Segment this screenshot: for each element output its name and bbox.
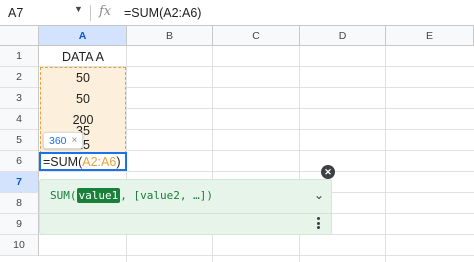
active-argument: value1 [76, 188, 121, 203]
formula-bar: A7 ▼ fx =SUM(A2:A6) [0, 0, 474, 26]
row-header-4[interactable]: 4 [0, 109, 39, 130]
formula-bar-divider [90, 5, 91, 21]
editor-formula-suffix: ) [116, 154, 121, 169]
row-header-1[interactable]: 1 [0, 46, 39, 67]
column-header-e[interactable]: E [386, 26, 474, 45]
column-header-c[interactable]: C [213, 26, 300, 45]
select-all-corner[interactable] [0, 26, 39, 45]
column-header-d[interactable]: D [300, 26, 386, 45]
preview-value: 360 [49, 134, 67, 147]
function-help-panel: SUM(value1, [value2, …]) ⌄ [39, 179, 333, 235]
editor-formula-prefix: =SUM( [43, 154, 83, 169]
function-name: SUM( [50, 189, 77, 202]
grid-line [39, 171, 474, 172]
remaining-arguments: , [value2, …]) [120, 189, 213, 202]
column-header-a[interactable]: A [39, 26, 127, 45]
name-box-dropdown-icon[interactable]: ▼ [74, 4, 83, 14]
row-header-3[interactable]: 3 [0, 88, 39, 109]
help-divider [40, 213, 333, 214]
formula-input[interactable]: =SUM(A2:A6) [124, 0, 201, 25]
row-header-6[interactable]: 6 [0, 151, 39, 172]
function-signature: SUM(value1, [value2, …]) [50, 188, 213, 203]
row-header-5[interactable]: 5 [0, 130, 39, 151]
column-header-b[interactable]: B [127, 26, 213, 45]
editor-range-reference: A2:A6 [82, 154, 117, 169]
grid-line [39, 255, 474, 256]
grid-line [385, 46, 386, 262]
row-header-9[interactable]: 9 [0, 214, 39, 235]
row-header-2[interactable]: 2 [0, 67, 39, 88]
more-options-icon[interactable] [314, 216, 322, 230]
row-header-7[interactable]: 7 [0, 172, 39, 193]
column-header-row: A B C D E [0, 26, 474, 46]
formula-result-preview[interactable]: 360 × [43, 132, 84, 149]
preview-close-icon[interactable]: × [72, 135, 78, 146]
name-box-value: A7 [8, 5, 24, 20]
close-help-icon[interactable]: ✕ [321, 165, 335, 179]
cell-editor-a7[interactable]: =SUM(A2:A6) [39, 152, 127, 171]
row-header-8[interactable]: 8 [0, 193, 39, 214]
row-header-10[interactable]: 10 [0, 235, 39, 256]
cell-a1[interactable]: DATA A [40, 46, 126, 67]
chevron-down-icon[interactable]: ⌄ [314, 188, 324, 202]
fx-icon: fx [99, 4, 112, 19]
